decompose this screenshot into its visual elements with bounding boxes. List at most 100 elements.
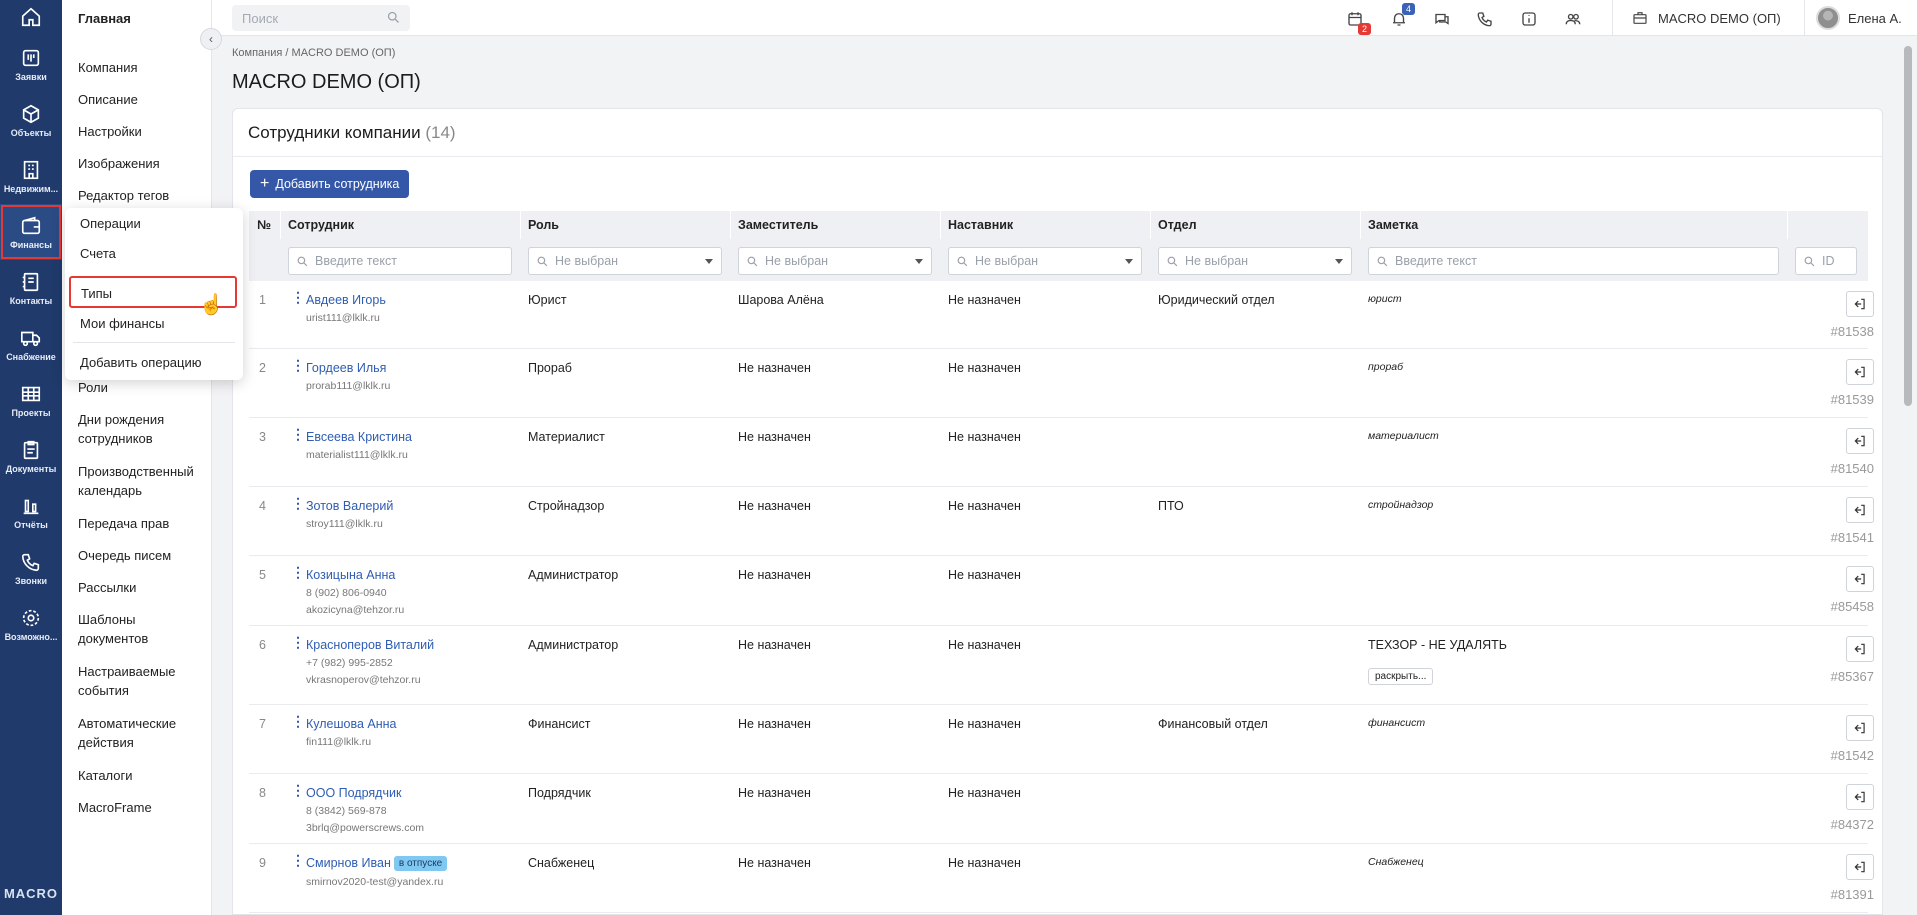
login-as-button[interactable] <box>1846 715 1874 741</box>
submenu-item-tag-editor[interactable]: Редактор тегов <box>78 186 206 205</box>
row-number: 6 <box>259 638 266 652</box>
col-header-department[interactable]: Отдел <box>1158 218 1197 232</box>
expand-note-button[interactable]: раскрыть... <box>1368 668 1434 685</box>
login-as-button[interactable] <box>1846 359 1874 385</box>
info-button[interactable] <box>1518 8 1540 30</box>
rail-item-reports[interactable]: Отчёты <box>0 484 62 540</box>
login-as-button[interactable] <box>1846 784 1874 810</box>
submenu-item-calendar[interactable]: Производственный календарь <box>78 462 206 500</box>
flyout-item-my-finances[interactable]: Мои финансы <box>80 316 164 331</box>
note-filter-input[interactable]: Введите текст <box>1368 247 1779 275</box>
mentor-filter-select[interactable]: Не выбран <box>948 247 1142 275</box>
login-as-button[interactable] <box>1846 497 1874 523</box>
submenu-item-mail-queue[interactable]: Очередь писем <box>78 546 206 565</box>
submenu-item-roles[interactable]: Роли <box>78 378 206 397</box>
employee-name-link[interactable]: Авдеев Игорь <box>306 293 386 307</box>
table-row: 5 ⋮ Козицына Анна 8 (902) 806-0940 akozi… <box>249 556 1874 626</box>
employee-filter-input[interactable]: Введите текст <box>288 247 512 275</box>
submenu-item-company[interactable]: Компания <box>78 58 206 77</box>
rail-item-objects[interactable]: Объекты <box>0 92 62 148</box>
employee-name-link[interactable]: Евсеева Кристина <box>306 430 412 444</box>
rail-item-requests[interactable]: Заявки <box>0 36 62 92</box>
search-icon <box>1377 256 1388 267</box>
more-actions-icon[interactable]: ⋮ <box>291 853 305 867</box>
rail-item-finance[interactable]: Финансы <box>0 204 62 260</box>
more-actions-icon[interactable]: ⋮ <box>291 496 305 510</box>
more-actions-icon[interactable]: ⋮ <box>291 358 305 372</box>
submenu-item-catalogs[interactable]: Каталоги <box>78 766 206 785</box>
more-actions-icon[interactable]: ⋮ <box>291 427 305 441</box>
users-button[interactable] <box>1562 8 1584 30</box>
submenu-item-rights-transfer[interactable]: Передача прав <box>78 514 206 533</box>
employee-id: #81542 <box>1830 748 1874 763</box>
calendar-badge: 2 <box>1358 23 1371 35</box>
page-scrollbar[interactable] <box>1904 46 1912 406</box>
col-header-note[interactable]: Заметка <box>1368 218 1418 232</box>
col-header-employee[interactable]: Сотрудник <box>288 218 354 232</box>
top-bar-divider <box>1804 0 1805 36</box>
calendar-button[interactable]: 2 <box>1344 8 1371 35</box>
note-cell: Снабженец <box>1368 856 1424 868</box>
rail-item-features[interactable]: Возможно... <box>0 596 62 652</box>
add-employee-button[interactable]: + Добавить сотрудника <box>250 170 410 198</box>
rail-item-contacts[interactable]: Контакты <box>0 260 62 316</box>
role-filter-select[interactable]: Не выбран <box>528 247 722 275</box>
chevron-down-icon <box>1335 259 1343 264</box>
submenu-item-auto-actions[interactable]: Автоматические действия <box>78 714 206 752</box>
flyout-item-operations[interactable]: Операции <box>80 216 141 231</box>
more-actions-icon[interactable]: ⋮ <box>291 783 305 797</box>
calls-button[interactable] <box>1474 8 1496 30</box>
more-actions-icon[interactable]: ⋮ <box>291 714 305 728</box>
flyout-item-accounts[interactable]: Счета <box>80 246 116 261</box>
employee-name-link[interactable]: ООО Подрядчик <box>306 786 401 800</box>
requests-icon <box>22 49 40 66</box>
login-as-button[interactable] <box>1846 428 1874 454</box>
deputy-filter-select[interactable]: Не выбран <box>738 247 932 275</box>
submenu-item-macroframe[interactable]: MacroFrame <box>78 798 206 817</box>
col-header-role[interactable]: Роль <box>528 218 559 232</box>
employee-name-link[interactable]: Гордеев Илья <box>306 361 386 375</box>
employee-name-link[interactable]: Смирнов Иван <box>306 856 391 870</box>
col-header-deputy[interactable]: Заместитель <box>738 218 818 232</box>
login-as-button[interactable] <box>1846 291 1874 317</box>
flyout-divider <box>73 342 235 343</box>
submenu-item-images[interactable]: Изображения <box>78 154 206 173</box>
more-actions-icon[interactable]: ⋮ <box>291 290 305 304</box>
login-as-button[interactable] <box>1846 566 1874 592</box>
more-actions-icon[interactable]: ⋮ <box>291 565 305 579</box>
employee-cell: Красноперов Виталий +7 (982) 995-2852 vk… <box>306 638 434 686</box>
rail-item-projects[interactable]: Проекты <box>0 372 62 428</box>
submenu-item-settings[interactable]: Настройки <box>78 122 206 141</box>
employee-name-link[interactable]: Красноперов Виталий <box>306 638 434 652</box>
employee-id: #81539 <box>1830 392 1874 407</box>
breadcrumb-company-link[interactable]: Компания <box>232 47 282 59</box>
department-filter-select[interactable]: Не выбран <box>1158 247 1352 275</box>
rail-item-documents[interactable]: Документы <box>0 428 62 484</box>
submenu-item-birthdays[interactable]: Дни рождения сотрудников <box>78 410 206 448</box>
submenu-item-description[interactable]: Описание <box>78 90 206 109</box>
login-as-button[interactable] <box>1846 636 1874 662</box>
chat-button[interactable] <box>1431 8 1453 30</box>
user-menu[interactable]: Елена А. <box>1816 0 1902 36</box>
submenu-item-custom-events[interactable]: Настраиваемые события <box>78 662 206 700</box>
id-filter-input[interactable]: ID <box>1795 247 1857 275</box>
employee-name-link[interactable]: Козицына Анна <box>306 568 395 582</box>
rail-item-supply[interactable]: Снабжение <box>0 316 62 372</box>
submenu-item-mailings[interactable]: Рассылки <box>78 578 206 597</box>
department-cell: Юридический отдел <box>1158 293 1275 307</box>
col-header-mentor[interactable]: Наставник <box>948 218 1013 232</box>
more-actions-icon[interactable]: ⋮ <box>291 635 305 649</box>
document-icon <box>23 440 39 459</box>
employee-name-link[interactable]: Зотов Валерий <box>306 499 393 513</box>
employee-name-link[interactable]: Кулешова Анна <box>306 717 397 731</box>
search-input[interactable]: Поиск <box>232 5 410 31</box>
rail-item-realty[interactable]: Недвижим... <box>0 148 62 204</box>
collapse-menu-button[interactable]: ‹ <box>200 28 222 50</box>
flyout-item-types[interactable]: Типы <box>81 286 112 301</box>
company-switcher[interactable]: MACRO DEMO (ОП) <box>1632 0 1781 36</box>
rail-item-calls[interactable]: Звонки <box>0 540 62 596</box>
submenu-item-doc-templates[interactable]: Шаблоны документов <box>78 610 206 648</box>
notifications-button[interactable]: 4 <box>1388 3 1415 30</box>
flyout-item-add-operation[interactable]: Добавить операцию <box>80 355 201 370</box>
login-as-button[interactable] <box>1846 854 1874 880</box>
